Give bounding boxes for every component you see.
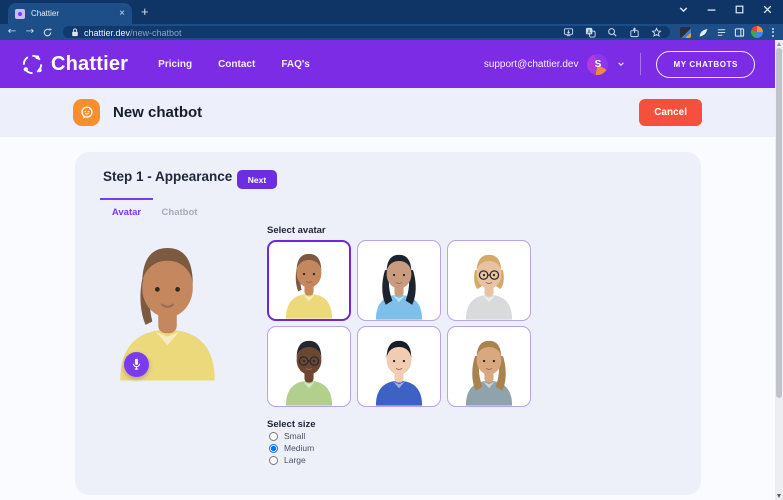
avatar-option-man-dark-skin-glasses-green-shirt[interactable]	[267, 326, 351, 407]
tab-chatbot[interactable]: Chatbot	[153, 198, 206, 218]
chattier-logo-icon[interactable]	[20, 52, 45, 77]
side-panel-icon[interactable]	[734, 27, 745, 38]
scrollbar-up-arrow-icon[interactable]	[777, 42, 781, 46]
bookmark-star-icon[interactable]	[651, 27, 662, 38]
body-area: Step 1 - Appearance Next Avatar Chatbot …	[0, 152, 775, 500]
size-radio-large[interactable]	[269, 456, 278, 465]
nav-faqs[interactable]: FAQ's	[281, 59, 310, 70]
browser-tab[interactable]: Chattier ×	[8, 3, 132, 24]
size-option-large[interactable]: Large	[269, 455, 314, 465]
select-size-label: Select size	[267, 419, 316, 430]
my-chatbots-button[interactable]: MY CHATBOTS	[656, 51, 755, 78]
account-chevron-down-icon[interactable]	[617, 60, 625, 68]
size-radio-small[interactable]	[269, 432, 278, 441]
browser-toolbar: ← → chattier.dev/new-chatbot A	[0, 24, 783, 40]
page-title: New chatbot	[113, 104, 202, 121]
zoom-icon[interactable]	[607, 27, 618, 38]
window-menu-chevron-icon[interactable]	[678, 4, 689, 15]
translate-icon[interactable]: A	[585, 27, 596, 38]
title-band: New chatbot Cancel	[0, 88, 775, 137]
app-header: Chattier Pricing Contact FAQ's support@c…	[0, 40, 775, 88]
extension-screenshot-icon[interactable]	[680, 27, 691, 38]
reload-icon[interactable]	[42, 27, 53, 38]
browser-profile-avatar[interactable]	[751, 26, 763, 38]
cancel-button[interactable]: Cancel	[639, 99, 702, 126]
wizard-tabs: Avatar Chatbot	[100, 198, 206, 218]
new-tab-button[interactable]: +	[141, 5, 149, 19]
size-option-medium[interactable]: Medium	[269, 443, 314, 453]
page-viewport: Chattier Pricing Contact FAQ's support@c…	[0, 40, 775, 500]
brand-name[interactable]: Chattier	[51, 53, 128, 76]
step-title: Step 1 - Appearance	[103, 169, 232, 184]
account-email: support@chattier.dev	[484, 59, 579, 70]
scrollbar-thumb[interactable]	[776, 48, 782, 398]
avatar-option-man-black-hair-blue-shirt[interactable]	[357, 326, 441, 407]
avatar-option-woman-blonde-bob-glasses-white-shirt[interactable]	[447, 240, 531, 321]
main-nav: Pricing Contact FAQ's	[158, 59, 310, 70]
nav-contact[interactable]: Contact	[218, 59, 255, 70]
select-avatar-label: Select avatar	[267, 225, 326, 236]
url-domain: chattier.dev/new-chatbot	[84, 23, 182, 41]
page-scrollbar[interactable]	[775, 40, 783, 500]
wizard-card: Step 1 - Appearance Next Avatar Chatbot …	[75, 152, 701, 495]
browser-window: Chattier × + ← → chattier.dev/new-chatbo…	[0, 0, 783, 500]
avatar-option-woman-braids-yellow-shirt[interactable]	[267, 240, 351, 321]
avatar-grid	[267, 240, 531, 407]
address-bar[interactable]: chattier.dev/new-chatbot A	[63, 26, 670, 38]
size-option-small[interactable]: Small	[269, 431, 314, 441]
chatbot-badge-icon	[73, 99, 100, 126]
avatar-option-man-long-sandy-hair-gray-shirt[interactable]	[447, 326, 531, 407]
window-maximize-icon[interactable]	[734, 4, 745, 15]
back-icon[interactable]: ←	[6, 27, 18, 37]
next-button[interactable]: Next	[237, 170, 277, 189]
tab-title: Chattier	[31, 9, 113, 18]
extension-bird-icon[interactable]	[698, 27, 709, 38]
size-radio-label: Small	[284, 431, 305, 441]
size-radio-label: Large	[284, 455, 306, 465]
size-radio-medium[interactable]	[269, 444, 278, 453]
avatar-preview	[100, 232, 235, 402]
avatar-option-woman-long-black-hair-blue-shirt[interactable]	[357, 240, 441, 321]
window-close-icon[interactable]	[762, 4, 773, 15]
browser-menu-kebab-icon[interactable]	[769, 28, 777, 37]
install-app-icon[interactable]	[563, 27, 574, 38]
tab-favicon-icon	[15, 9, 25, 19]
tab-close-icon[interactable]: ×	[119, 9, 125, 19]
account-avatar[interactable]: S	[587, 54, 608, 75]
size-radio-label: Medium	[284, 443, 314, 453]
scrollbar-down-arrow-icon[interactable]	[777, 494, 781, 498]
microphone-button[interactable]	[124, 352, 149, 377]
share-icon[interactable]	[629, 27, 640, 38]
forward-icon[interactable]: →	[24, 27, 36, 37]
size-options: Small Medium Large	[269, 431, 314, 465]
nav-pricing[interactable]: Pricing	[158, 59, 192, 70]
tab-avatar[interactable]: Avatar	[100, 198, 153, 218]
tab-strip: Chattier × +	[0, 0, 783, 24]
header-divider	[640, 53, 641, 75]
window-minimize-icon[interactable]	[706, 4, 717, 15]
reading-list-icon[interactable]	[716, 27, 727, 38]
lock-icon	[71, 28, 79, 37]
